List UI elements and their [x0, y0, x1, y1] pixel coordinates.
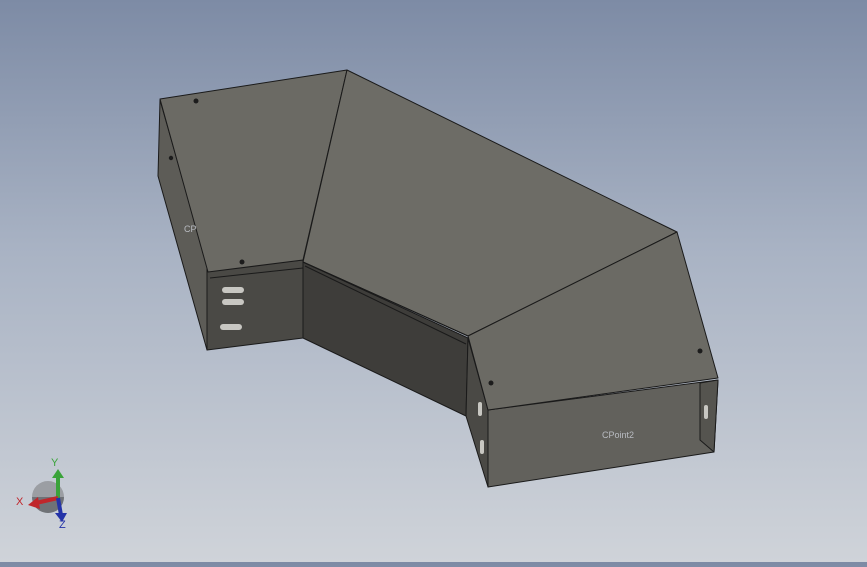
hole — [168, 155, 174, 161]
hole — [697, 348, 703, 354]
slot — [704, 405, 708, 419]
slot — [478, 402, 482, 416]
x-axis-label: X — [16, 496, 24, 508]
3d-viewport[interactable]: CP CPoint2 Y X Z — [0, 0, 867, 562]
hole — [239, 259, 245, 265]
cpoint-left-label[interactable]: CP — [184, 224, 197, 234]
hole — [488, 380, 494, 386]
hole — [193, 98, 199, 104]
model-canvas[interactable]: CP CPoint2 Y X Z — [0, 0, 867, 562]
slot — [222, 299, 244, 305]
y-axis-label: Y — [51, 457, 59, 469]
slot — [222, 287, 244, 293]
right-channel-wall — [699, 379, 719, 453]
slot — [220, 324, 242, 330]
slot — [480, 440, 484, 454]
cpoint-right-label[interactable]: CPoint2 — [602, 430, 634, 440]
z-axis-label: Z — [59, 519, 66, 531]
y-axis-arrowhead — [52, 469, 64, 478]
cable-tray-elbow[interactable] — [157, 69, 719, 488]
orientation-triad[interactable]: Y X Z — [16, 457, 67, 531]
